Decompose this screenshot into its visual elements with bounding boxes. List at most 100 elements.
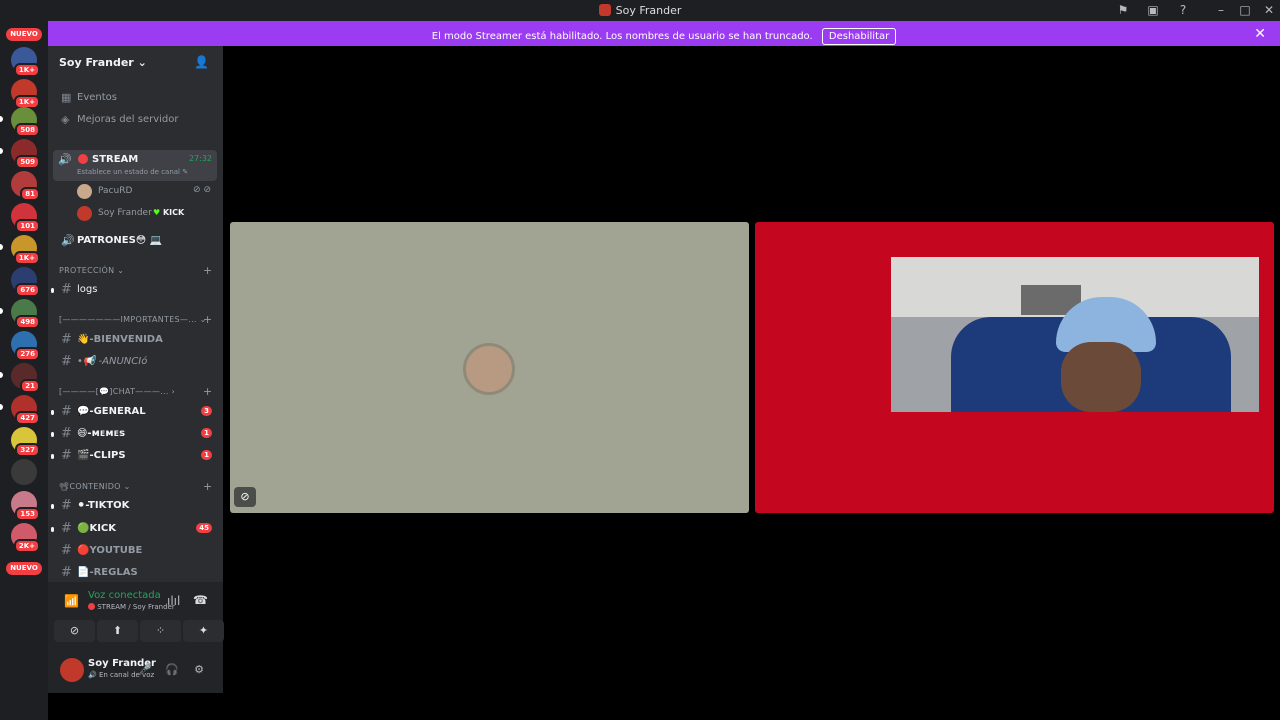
server-icon[interactable]: 508 bbox=[11, 107, 40, 137]
server-icon[interactable]: 101 bbox=[11, 203, 40, 233]
activities-button[interactable]: ⁘ bbox=[140, 620, 181, 642]
unread-pill bbox=[0, 372, 3, 378]
camera-off-icon: ⊘ bbox=[234, 487, 256, 507]
server-icon[interactable]: 2K+ bbox=[11, 523, 40, 553]
soundboard-button[interactable]: ✦ bbox=[183, 620, 224, 642]
minimize-icon[interactable]: – bbox=[1213, 3, 1229, 18]
streamer-mode-banner: El modo Streamer está habilitado. Los no… bbox=[48, 21, 1280, 46]
unread-pill bbox=[0, 116, 3, 122]
signal-icon[interactable]: 📶 bbox=[64, 594, 79, 608]
channel-logs[interactable]: # logs bbox=[51, 280, 217, 300]
category-contenido[interactable]: 📽CONTENIDO ⌄ + bbox=[59, 480, 212, 493]
mention-badge: 3 bbox=[201, 406, 212, 416]
window-title: Soy Frander bbox=[0, 4, 1280, 17]
channel-tiktok[interactable]: # ⚫-TIKTOK bbox=[51, 496, 217, 516]
server-badge: 498 bbox=[15, 315, 40, 329]
channel-anuncio[interactable]: # •📢 -ANUNCIó bbox=[57, 352, 217, 372]
screen-share-button[interactable]: ⬆ bbox=[97, 620, 138, 642]
invite-icon[interactable]: 👤 bbox=[194, 55, 209, 69]
server-icon[interactable]: 21 bbox=[11, 363, 40, 393]
server-badge: 153 bbox=[15, 507, 40, 521]
mention-badge: 45 bbox=[196, 523, 212, 533]
gear-icon[interactable]: ⚙ bbox=[192, 663, 206, 676]
voice-user[interactable]: PacuRD ⊘ ⊘ bbox=[77, 182, 215, 201]
add-channel-icon[interactable]: + bbox=[203, 385, 213, 398]
camera-off-button[interactable]: ⊘ bbox=[54, 620, 95, 642]
screen-icon[interactable]: ▣ bbox=[1145, 3, 1161, 18]
channel-clips[interactable]: # 🎬-CLIPS 1 bbox=[51, 446, 217, 466]
voice-connected-label[interactable]: Voz conectada bbox=[88, 590, 161, 601]
server-boost-item[interactable]: ◈ Mejoras del servidor bbox=[57, 110, 217, 130]
category-importantes[interactable]: [———————IMPORTANTES—... ⌄ + bbox=[59, 313, 212, 326]
camera-off-icon: ⊘ bbox=[69, 624, 80, 637]
channel-reglas[interactable]: # 📄-REGLAS bbox=[57, 563, 217, 583]
server-icon[interactable]: 1K+ bbox=[11, 47, 40, 77]
unread-pill bbox=[0, 148, 3, 154]
live-dot bbox=[78, 154, 88, 164]
channel-status-hint[interactable]: Establece un estado de canal ✎ bbox=[77, 168, 188, 176]
close-window-icon[interactable]: ✕ bbox=[1261, 3, 1277, 18]
server-icon[interactable]: 327 bbox=[11, 427, 40, 457]
server-icon[interactable] bbox=[11, 459, 37, 485]
category-chat[interactable]: [————[💬]CHAT———... › + bbox=[59, 385, 212, 398]
chevron-down-icon: ⌄ bbox=[137, 56, 147, 69]
stream-tile[interactable] bbox=[755, 222, 1274, 513]
events-item[interactable]: ▦ Eventos bbox=[57, 88, 217, 108]
voice-user[interactable]: Soy Frander ♥ KICK bbox=[77, 204, 215, 223]
voice-channel-name: STREAM bbox=[92, 154, 139, 165]
voice-channel-patrones[interactable]: 🔊 PATRONES😳 💻 bbox=[57, 231, 217, 251]
channel-youtube[interactable]: # 🔴YOUTUBE bbox=[57, 541, 217, 561]
add-channel-icon[interactable]: + bbox=[203, 313, 213, 326]
server-badge: 509 bbox=[15, 155, 40, 169]
channel-kick[interactable]: # 🟢KICK 45 bbox=[51, 519, 217, 539]
participant-tile[interactable]: ⊘ bbox=[230, 222, 749, 513]
voice-location[interactable]: STREAM / Soy Frander bbox=[88, 603, 175, 611]
soundboard-icon: ✦ bbox=[198, 624, 209, 637]
voice-user-panel: 📶 Voz conectada STREAM / Soy Frander ılı… bbox=[48, 582, 224, 693]
unread-pill bbox=[0, 244, 3, 250]
muted-icons: ⊘ ⊘ bbox=[193, 185, 211, 195]
avatar[interactable] bbox=[60, 658, 84, 682]
maximize-icon[interactable]: □ bbox=[1237, 3, 1253, 18]
server-badge: 1K+ bbox=[13, 251, 40, 265]
hash-icon: # bbox=[61, 404, 72, 419]
category-proteccion[interactable]: PROTECCIÓN ⌄ + bbox=[59, 264, 212, 277]
hash-icon: # bbox=[61, 498, 72, 513]
hash-icon: # bbox=[61, 521, 72, 536]
unread-pill bbox=[51, 432, 54, 437]
headphones-icon[interactable]: 🎧 bbox=[165, 663, 179, 676]
noise-suppression-icon[interactable]: ılıl bbox=[167, 594, 180, 608]
channel-bienvenida[interactable]: # 👋-BIENVENIDA bbox=[57, 330, 217, 350]
server-icon[interactable]: 153 bbox=[11, 491, 40, 521]
help-icon[interactable]: ? bbox=[1175, 3, 1191, 18]
disable-streamer-button[interactable]: Deshabilitar bbox=[821, 28, 897, 45]
server-icon[interactable]: 498 bbox=[11, 299, 40, 329]
server-icon[interactable]: 427 bbox=[11, 395, 40, 425]
disconnect-icon[interactable]: ☎ bbox=[193, 593, 208, 607]
server-name: Soy Frander bbox=[59, 56, 134, 69]
channel-memes[interactable]: # 😄-ᴍᴇᴍᴇs 1 bbox=[51, 424, 217, 444]
server-icon[interactable]: 276 bbox=[11, 331, 40, 361]
microphone-icon[interactable]: 🎤 bbox=[138, 663, 152, 676]
mention-badge: 1 bbox=[201, 450, 212, 460]
server-icon[interactable]: 509 bbox=[11, 139, 40, 169]
add-channel-icon[interactable]: + bbox=[203, 480, 213, 493]
add-channel-icon[interactable]: + bbox=[203, 264, 213, 277]
server-icon[interactable]: 676 bbox=[11, 267, 40, 297]
server-badge: 508 bbox=[15, 123, 40, 137]
server-icon[interactable]: 1K+ bbox=[11, 235, 40, 265]
server-icon[interactable]: 1K+ bbox=[11, 79, 40, 109]
hash-icon: # bbox=[61, 332, 72, 347]
unread-pill bbox=[51, 454, 54, 459]
voice-channel-stream[interactable]: 🔊 STREAM 27:32 Establece un estado de ca… bbox=[53, 150, 217, 181]
close-banner-icon[interactable]: ✕ bbox=[1254, 26, 1266, 42]
server-header[interactable]: Soy Frander ⌄ 👤 bbox=[48, 46, 223, 79]
channel-general[interactable]: # 💬-GENERAL 3 bbox=[51, 402, 217, 422]
speaker-icon: 🔊 bbox=[61, 234, 75, 247]
hash-icon: # bbox=[61, 448, 72, 463]
inbox-icon[interactable]: ⚑ bbox=[1115, 3, 1131, 18]
unread-pill bbox=[51, 410, 54, 415]
hash-icon: # bbox=[61, 543, 72, 558]
server-icon[interactable]: 81 bbox=[11, 171, 40, 201]
avatar bbox=[77, 184, 92, 199]
